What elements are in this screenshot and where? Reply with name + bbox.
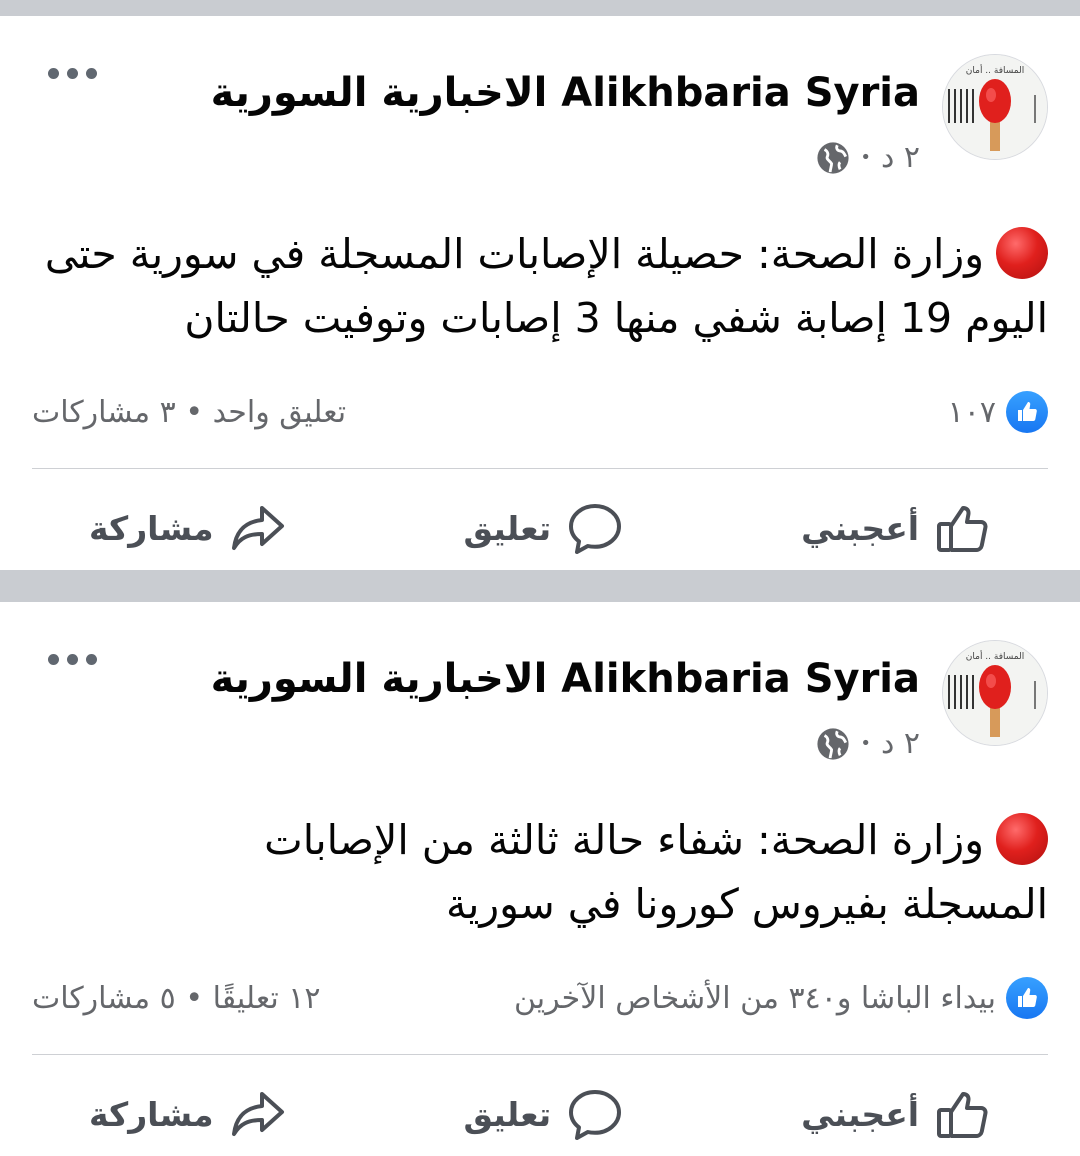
thumbs-up-icon: [937, 1092, 988, 1138]
like-badge-icon: [1006, 391, 1048, 433]
post-stats: بيداء الباشا و٣٤٠ من الأشخاص الآخرين ١٢ …: [32, 972, 1048, 1024]
divider: [32, 468, 1048, 469]
reactions-count: بيداء الباشا و٣٤٠ من الأشخاص الآخرين: [513, 980, 996, 1016]
post-meta: ٢ د •: [816, 726, 920, 761]
more-dot: [86, 68, 97, 79]
comment-label: تعليق: [463, 508, 552, 548]
like-label: أعجبني: [801, 508, 920, 548]
post-time[interactable]: ٢ د: [881, 140, 920, 175]
post-actions: أعجبني تعليق مشاركة: [0, 1072, 1080, 1156]
post: المسافة .. أمان Alikhbaria Syria الاخبار…: [0, 16, 1080, 570]
share-icon: [231, 506, 284, 550]
post-actions: أعجبني تعليق مشاركة: [0, 486, 1080, 570]
comment-icon: [569, 1090, 622, 1140]
red-circle-icon: [996, 227, 1048, 279]
post-text-content: وزارة الصحة: حصيلة الإصابات المسجلة في س…: [44, 230, 1048, 342]
share-label: مشاركة: [88, 1094, 214, 1134]
feed-separator: [0, 570, 1080, 602]
post-stats: ١٠٧ تعليق واحد • ٣ مشاركات: [32, 386, 1048, 438]
page-name[interactable]: Alikhbaria Syria الاخبارية السورية: [211, 70, 920, 116]
reactions-summary[interactable]: بيداء الباشا و٣٤٠ من الأشخاص الآخرين: [514, 977, 1048, 1019]
post-text: وزارة الصحة: شفاء حالة ثالثة من الإصابات…: [120, 808, 1048, 936]
thumbs-up-icon: [937, 506, 988, 552]
post-text: وزارة الصحة: حصيلة الإصابات المسجلة في س…: [40, 222, 1048, 350]
comment-button[interactable]: تعليق: [423, 500, 663, 556]
post-text-content: وزارة الصحة: شفاء حالة ثالثة من الإصابات…: [264, 816, 1048, 928]
globe-icon: [817, 141, 849, 174]
meta-separator: •: [860, 147, 871, 168]
more-icon[interactable]: [48, 654, 97, 665]
globe-icon: [817, 727, 849, 760]
share-label: مشاركة: [88, 508, 214, 548]
like-button[interactable]: أعجبني: [761, 500, 1031, 556]
post: المسافة .. أمان Alikhbaria Syria الاخبار…: [0, 602, 1080, 1156]
more-dot: [86, 654, 97, 665]
meta-separator: •: [860, 733, 871, 754]
like-badge-icon: [1006, 977, 1048, 1019]
reactions-summary[interactable]: ١٠٧: [948, 391, 1048, 433]
share-button[interactable]: مشاركة: [49, 500, 326, 556]
comment-label: تعليق: [463, 1094, 552, 1134]
more-dot: [48, 654, 59, 665]
page-name[interactable]: Alikhbaria Syria الاخبارية السورية: [211, 656, 920, 702]
share-icon: [231, 1092, 284, 1136]
post-time[interactable]: ٢ د: [881, 726, 920, 761]
comments-shares-count[interactable]: تعليق واحد • ٣ مشاركات: [32, 395, 346, 430]
svg-text:المسافة .. أمان: المسافة .. أمان: [966, 64, 1024, 76]
avatar[interactable]: المسافة .. أمان: [942, 54, 1048, 160]
like-label: أعجبني: [801, 1094, 920, 1134]
more-dot: [67, 68, 78, 79]
feed-separator: [0, 0, 1080, 16]
avatar[interactable]: المسافة .. أمان: [942, 640, 1048, 746]
comment-button[interactable]: تعليق: [423, 1086, 663, 1142]
comments-shares-count[interactable]: ١٢ تعليقًا • ٥ مشاركات: [32, 981, 320, 1016]
svg-text:المسافة .. أمان: المسافة .. أمان: [966, 650, 1024, 662]
like-button[interactable]: أعجبني: [761, 1086, 1031, 1142]
reactions-count: ١٠٧: [947, 394, 996, 430]
comment-icon: [569, 504, 622, 554]
more-dot: [48, 68, 59, 79]
more-dot: [67, 654, 78, 665]
divider: [32, 1054, 1048, 1055]
share-button[interactable]: مشاركة: [49, 1086, 326, 1142]
post-meta: ٢ د •: [816, 140, 920, 175]
more-icon[interactable]: [48, 68, 97, 79]
red-circle-icon: [996, 813, 1048, 865]
